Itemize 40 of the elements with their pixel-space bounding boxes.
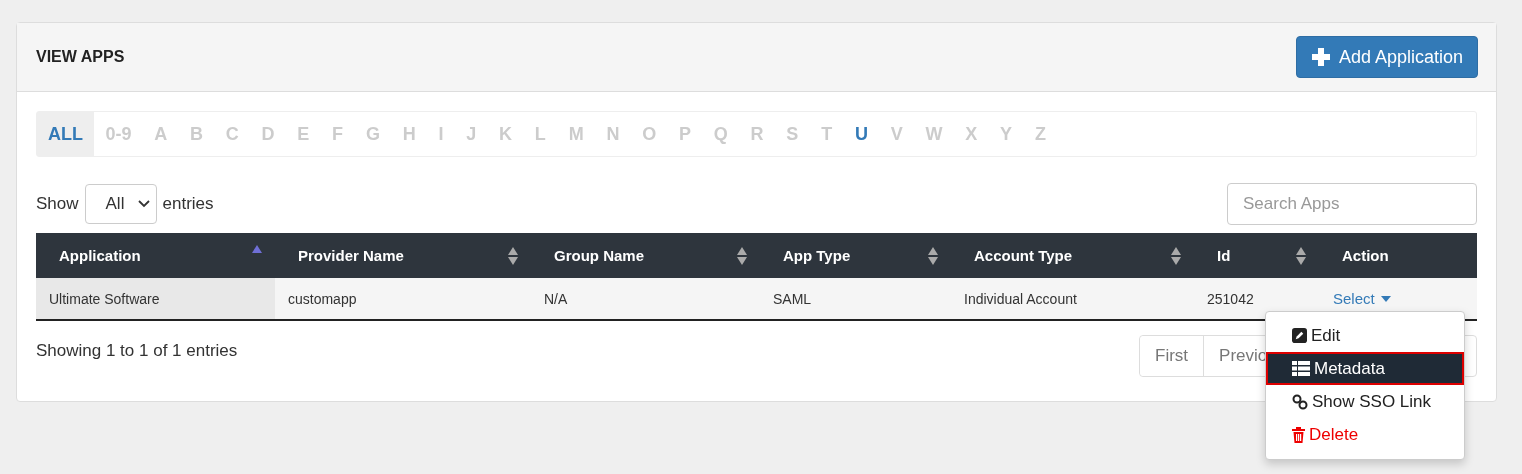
column-header[interactable]: Application [36,233,275,278]
column-header[interactable]: Group Name [531,233,760,278]
list-icon [1292,361,1310,376]
show-label: Show [36,194,79,214]
table-cell-text: customapp [287,289,358,309]
menu-item[interactable]: Show SSO Link [1266,385,1464,418]
link-icon [1292,393,1308,410]
sort-icon [507,245,519,266]
plus-icon [1310,47,1331,67]
sort-up-icon [251,243,263,254]
column-header[interactable]: Account Type [951,233,1194,278]
chevron-down-icon [137,200,150,208]
sort-icon [1295,245,1307,266]
sort-icon [927,245,939,266]
menu-item[interactable]: Delete [1266,418,1464,451]
column-header[interactable]: App Type [760,233,951,278]
column-header[interactable]: Action [1319,233,1477,278]
search-field[interactable]: Search Apps [1227,183,1477,225]
menu-item[interactable]: Metadata [1266,352,1464,385]
entries-select[interactable]: All [84,184,157,224]
caret-icon [1380,295,1391,302]
letter-filter[interactable]: U [843,112,880,156]
table-info: Showing 1 to 1 of 1 entries [36,341,238,361]
entries-label: entries [162,194,214,214]
table-cell-text: SAML [772,289,813,309]
letter-filter[interactable]: ALL [37,112,94,156]
sort-icon [736,245,748,266]
panel-title: VIEW APPS [36,48,125,66]
table-cell-text: Individual Account [963,289,1078,309]
column-header[interactable]: Id [1194,233,1319,278]
select-dropdown-link[interactable]: Select [1329,290,1395,307]
table-cell: Ultimate Software [36,278,275,319]
pencil-icon [1292,328,1307,343]
sort-icon [1170,245,1182,266]
pagination-button[interactable]: First [1140,336,1205,376]
table-cell-text: 251042 [1206,289,1255,309]
column-header[interactable]: Provider Name [275,233,531,278]
trash-icon [1292,426,1305,443]
table-cell-text: N/A [543,289,569,309]
add-application-button[interactable]: Add Application [1295,36,1478,78]
